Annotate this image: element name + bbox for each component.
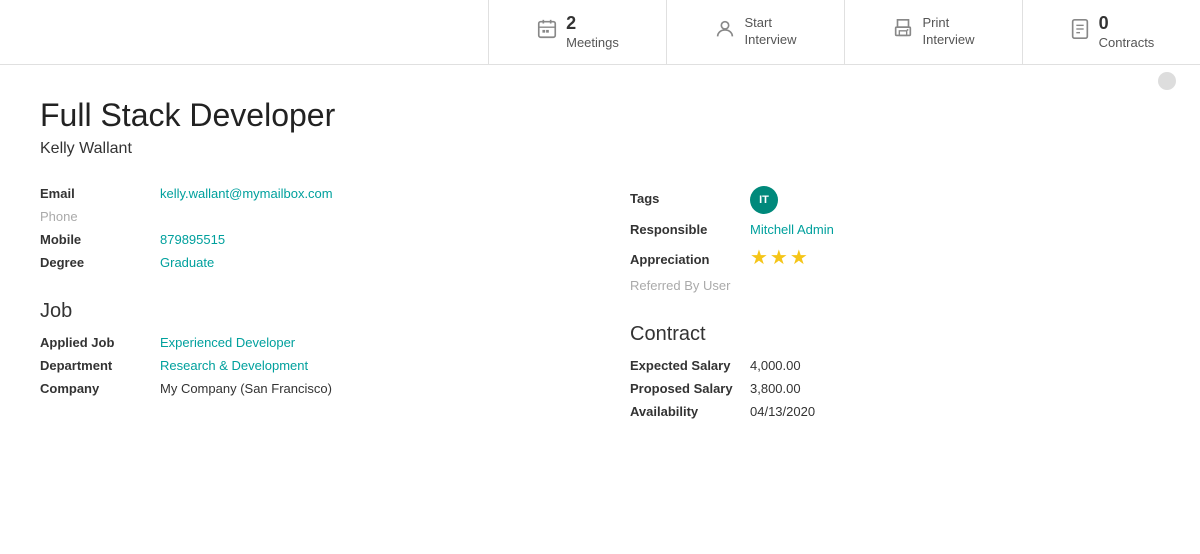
department-value[interactable]: Research & Development	[160, 358, 308, 373]
responsible-label: Responsible	[630, 222, 750, 237]
referred-label: Referred By User	[630, 278, 750, 293]
toolbar: 2 Meetings Start Interview	[0, 0, 1200, 65]
company-label: Company	[40, 381, 160, 396]
tags-value: IT	[750, 186, 778, 214]
responsible-row: Responsible Mitchell Admin	[630, 222, 1160, 237]
expected-salary-value: 4,000.00	[750, 358, 801, 373]
applied-job-label: Applied Job	[40, 335, 160, 350]
degree-value[interactable]: Graduate	[160, 255, 214, 270]
start-interview-label-line2: Interview	[744, 32, 796, 49]
contracts-count: 0	[1099, 12, 1155, 35]
department-label: Department	[40, 358, 160, 373]
applicant-name: Kelly Wallant	[40, 140, 1160, 158]
meetings-label: Meetings	[566, 35, 619, 52]
applied-job-row: Applied Job Experienced Developer	[40, 335, 570, 350]
proposed-salary-value: 3,800.00	[750, 381, 801, 396]
expected-salary-label: Expected Salary	[630, 358, 750, 373]
tags-row: Tags IT	[630, 186, 1160, 214]
expected-salary-row: Expected Salary 4,000.00	[630, 358, 1160, 373]
availability-value: 04/13/2020	[750, 404, 815, 419]
print-interview-text: Print Interview	[922, 15, 974, 49]
appreciation-stars[interactable]: ★★★	[750, 245, 810, 270]
contact-section: Email kelly.wallant@mymailbox.com Phone …	[40, 186, 570, 427]
email-value[interactable]: kelly.wallant@mymailbox.com	[160, 186, 333, 201]
applied-job-value[interactable]: Experienced Developer	[160, 335, 295, 350]
appreciation-row: Appreciation ★★★	[630, 245, 1160, 270]
person-icon	[714, 18, 736, 46]
meetings-button[interactable]: 2 Meetings	[488, 0, 666, 64]
info-grid: Email kelly.wallant@mymailbox.com Phone …	[40, 186, 1160, 427]
degree-label: Degree	[40, 255, 160, 270]
right-section: Tags IT Responsible Mitchell Admin Appre…	[630, 186, 1160, 427]
appreciation-label: Appreciation	[630, 252, 750, 267]
department-row: Department Research & Development	[40, 358, 570, 373]
meetings-text: 2 Meetings	[566, 12, 619, 52]
contracts-button[interactable]: 0 Contracts	[1022, 0, 1200, 64]
job-section-title: Job	[40, 300, 570, 323]
print-interview-label-line1: Print	[922, 15, 974, 32]
print-interview-button[interactable]: Print Interview	[844, 0, 1022, 64]
print-interview-label-line2: Interview	[922, 32, 974, 49]
main-content: Full Stack Developer Kelly Wallant Email…	[0, 65, 1200, 459]
status-indicator	[1158, 72, 1176, 90]
job-title: Full Stack Developer	[40, 97, 1160, 134]
start-interview-button[interactable]: Start Interview	[666, 0, 844, 64]
company-row: Company My Company (San Francisco)	[40, 381, 570, 396]
mobile-value[interactable]: 879895515	[160, 232, 225, 247]
start-interview-label-line1: Start	[744, 15, 796, 32]
phone-label: Phone	[40, 209, 160, 224]
mobile-label: Mobile	[40, 232, 160, 247]
contract-section-title: Contract	[630, 323, 1160, 346]
meetings-count: 2	[566, 12, 619, 35]
availability-label: Availability	[630, 404, 750, 419]
email-label: Email	[40, 186, 160, 201]
mobile-row: Mobile 879895515	[40, 232, 570, 247]
referred-row: Referred By User	[630, 278, 1160, 293]
contracts-text: 0 Contracts	[1099, 12, 1155, 52]
company-value: My Company (San Francisco)	[160, 381, 332, 396]
print-icon	[892, 18, 914, 46]
proposed-salary-label: Proposed Salary	[630, 381, 750, 396]
tags-label: Tags	[630, 191, 750, 206]
calendar-icon	[536, 18, 558, 46]
start-interview-text: Start Interview	[744, 15, 796, 49]
proposed-salary-row: Proposed Salary 3,800.00	[630, 381, 1160, 396]
degree-row: Degree Graduate	[40, 255, 570, 270]
phone-row: Phone	[40, 209, 570, 224]
tag-it-badge[interactable]: IT	[750, 186, 778, 214]
contracts-icon	[1069, 18, 1091, 46]
contracts-label: Contracts	[1099, 35, 1155, 52]
availability-row: Availability 04/13/2020	[630, 404, 1160, 419]
email-row: Email kelly.wallant@mymailbox.com	[40, 186, 570, 201]
responsible-value[interactable]: Mitchell Admin	[750, 222, 834, 237]
